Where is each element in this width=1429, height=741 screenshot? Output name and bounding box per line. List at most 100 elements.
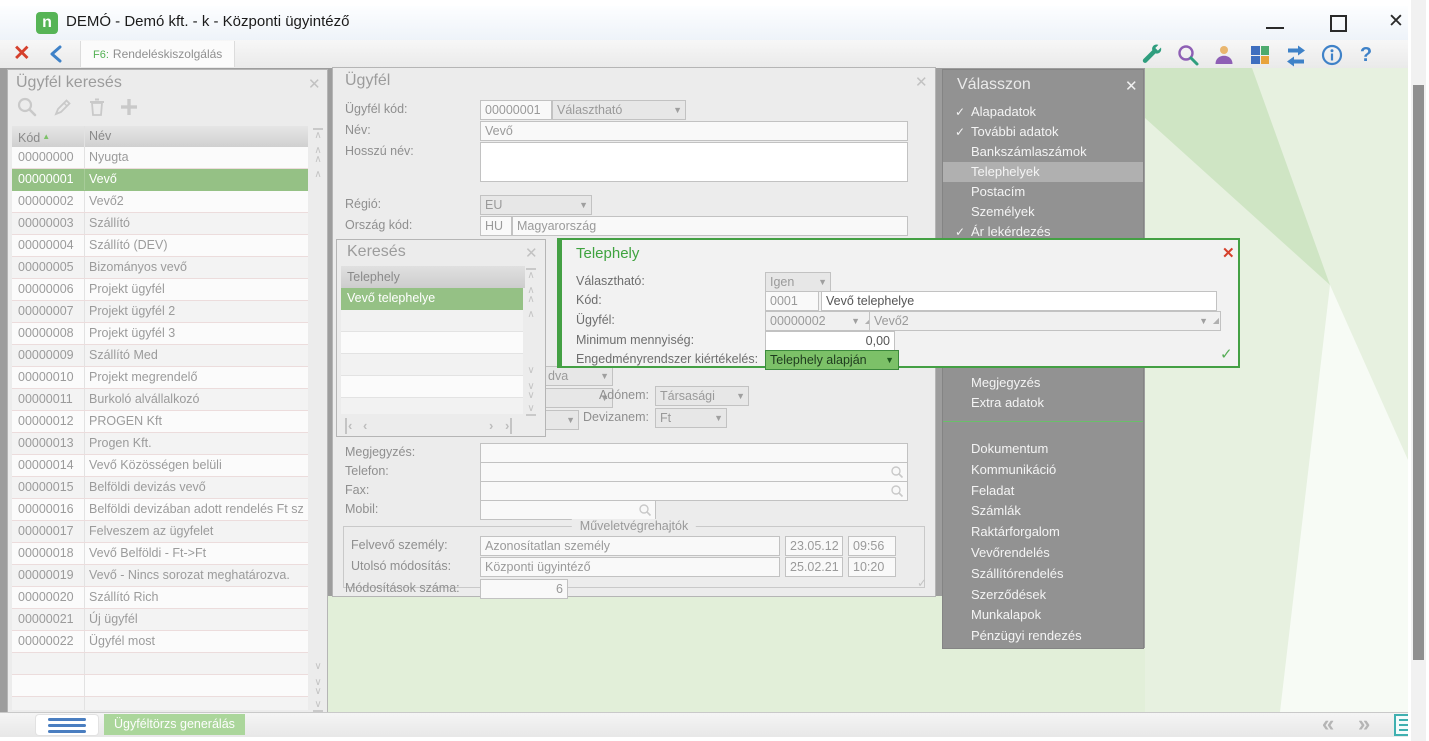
- selectable-dropdown[interactable]: Választható: [552, 100, 686, 120]
- minimize-button[interactable]: [1266, 27, 1284, 29]
- scroll-down-icon[interactable]: ∨: [310, 662, 326, 671]
- menu-item[interactable]: Kommunikáció: [943, 460, 1143, 481]
- close-icon[interactable]: ✕: [1222, 244, 1235, 262]
- table-row[interactable]: 00000006 Projekt ügyfél: [12, 279, 308, 301]
- partial-dropdown-1[interactable]: dva: [543, 366, 613, 386]
- table-row[interactable]: 00000018 Vevő Belföldi - Ft->Ft: [12, 543, 308, 565]
- close-icon[interactable]: ✕: [1125, 77, 1138, 95]
- table-row[interactable]: [12, 653, 308, 675]
- table-row[interactable]: 00000003 Szállító: [12, 213, 308, 235]
- table-row[interactable]: 00000020 Szállító Rich: [12, 587, 308, 609]
- context-tab[interactable]: F6:Rendeléskiszolgálás: [80, 41, 235, 67]
- transfer-arrows-icon[interactable]: [1284, 43, 1308, 67]
- lookup-icon[interactable]: [638, 503, 652, 517]
- scroll-top-icon[interactable]: ∧: [523, 268, 539, 280]
- table-row[interactable]: 00000015 Belföldi devizás vevő: [12, 477, 308, 499]
- last-page-icon[interactable]: ›: [505, 418, 512, 434]
- menu-item[interactable]: Feladat: [943, 481, 1143, 502]
- list-item[interactable]: [341, 398, 523, 414]
- table-row[interactable]: 00000000 Nyugta: [12, 147, 308, 169]
- list-header[interactable]: Telephely: [341, 266, 525, 288]
- first-page-icon[interactable]: ‹: [345, 418, 352, 434]
- list-item[interactable]: [341, 332, 523, 354]
- tax-type-dropdown[interactable]: Társasági: [655, 386, 749, 406]
- country-code-field[interactable]: HU: [480, 216, 512, 236]
- country-name-field[interactable]: Magyarország: [512, 216, 908, 236]
- help-icon[interactable]: ?: [1354, 43, 1378, 67]
- selectable-dropdown[interactable]: Igen: [765, 272, 831, 292]
- scroll-up-icon[interactable]: ∧: [523, 310, 539, 319]
- minimum-quantity-field[interactable]: 0,00: [765, 331, 895, 351]
- menu-item[interactable]: Megjegyzés: [943, 373, 1143, 393]
- list-item[interactable]: [341, 310, 523, 332]
- table-row[interactable]: 00000001 Vevő: [12, 169, 308, 191]
- menu-item[interactable]: Személyek: [943, 202, 1143, 222]
- menu-item[interactable]: Postacím: [943, 182, 1143, 202]
- abort-icon[interactable]: ✕: [13, 41, 31, 67]
- menu-item[interactable]: Telephelyek: [943, 162, 1143, 182]
- scroll-pagedown-icon[interactable]: ∨∨: [310, 678, 326, 696]
- phone-field[interactable]: [480, 462, 908, 482]
- site-code-field[interactable]: 0001: [765, 291, 819, 311]
- nav-prev-icon[interactable]: «: [1322, 711, 1334, 737]
- table-row[interactable]: 00000016 Belföldi devizában adott rendel…: [12, 499, 308, 521]
- menu-item[interactable]: Raktárforgalom: [943, 522, 1143, 543]
- site-name-field[interactable]: Vevő telephelye: [821, 291, 1217, 311]
- back-icon[interactable]: [48, 45, 66, 63]
- column-nev[interactable]: Név: [85, 126, 308, 147]
- customer-code-field[interactable]: 00000001: [480, 100, 552, 120]
- close-icon[interactable]: ✕: [525, 246, 538, 261]
- menu-item[interactable]: Szerződések: [943, 585, 1143, 606]
- generate-customer-base-button[interactable]: Ügyféltörzs generálás: [104, 714, 245, 735]
- list-item[interactable]: Vevő telephelye: [341, 288, 523, 310]
- scroll-bottom-icon[interactable]: ∨: [310, 700, 326, 712]
- table-row[interactable]: 00000013 Progen Kft.: [12, 433, 308, 455]
- table-row[interactable]: [12, 675, 308, 697]
- close-icon[interactable]: ✕: [308, 77, 321, 92]
- table-row[interactable]: 00000004 Szállító (DEV): [12, 235, 308, 257]
- lookup-icon[interactable]: [890, 465, 904, 479]
- scroll-pagedown-icon[interactable]: ∨∨: [523, 382, 539, 400]
- menu-item[interactable]: Alapadatok: [943, 102, 1143, 122]
- customer-code-combo[interactable]: 00000002: [765, 311, 873, 331]
- mobile-field[interactable]: [480, 500, 656, 520]
- scroll-bottom-icon[interactable]: ∨: [523, 404, 539, 416]
- table-row[interactable]: 00000014 Vevő Közösségen belüli: [12, 455, 308, 477]
- maximize-button[interactable]: [1330, 15, 1347, 32]
- next-page-icon[interactable]: ›: [489, 418, 493, 434]
- modules-grid-icon[interactable]: [1248, 43, 1272, 67]
- list-item[interactable]: [341, 354, 523, 376]
- menu-item[interactable]: Munkalapok: [943, 605, 1143, 626]
- list-search-icon[interactable]: [16, 96, 38, 123]
- table-header[interactable]: Kód Név: [12, 126, 308, 147]
- table-row[interactable]: 00000008 Projekt ügyfél 3: [12, 323, 308, 345]
- close-button[interactable]: ✕: [1388, 10, 1404, 33]
- scroll-up-icon[interactable]: ∧: [310, 170, 326, 179]
- person-icon[interactable]: [1212, 43, 1236, 67]
- scroll-pageup-icon[interactable]: ∧∧: [523, 286, 539, 304]
- table-row[interactable]: 00000002 Vevő2: [12, 191, 308, 213]
- region-dropdown[interactable]: EU: [480, 195, 592, 215]
- table-row[interactable]: 00000017 Felveszem az ügyfelet: [12, 521, 308, 543]
- wrench-icon[interactable]: [1140, 43, 1164, 67]
- menu-item[interactable]: Bankszámlaszámok: [943, 142, 1143, 162]
- name-field[interactable]: Vevő: [480, 121, 908, 141]
- edit-icon[interactable]: [52, 96, 74, 123]
- menu-item[interactable]: További adatok: [943, 122, 1143, 142]
- list-item[interactable]: [341, 376, 523, 398]
- close-icon[interactable]: ✕: [915, 75, 928, 90]
- delete-icon[interactable]: [86, 96, 108, 123]
- table-row[interactable]: 00000012 PROGEN Kft: [12, 411, 308, 433]
- scroll-down-icon[interactable]: ∨: [523, 366, 539, 375]
- browser-scrollbar-thumb[interactable]: [1413, 85, 1424, 660]
- table-row[interactable]: 00000009 Szállító Med: [12, 345, 308, 367]
- comment-field[interactable]: [480, 443, 908, 463]
- fax-field[interactable]: [480, 481, 908, 501]
- menu-item[interactable]: Számlák: [943, 501, 1143, 522]
- menu-icon[interactable]: [36, 715, 98, 735]
- currency-dropdown[interactable]: Ft: [655, 408, 727, 428]
- menu-item[interactable]: Dokumentum: [943, 439, 1143, 460]
- menu-item[interactable]: Pénzügyi rendezés: [943, 626, 1143, 647]
- menu-item[interactable]: Vevőrendelés: [943, 543, 1143, 564]
- menu-item[interactable]: Szállítórendelés: [943, 564, 1143, 585]
